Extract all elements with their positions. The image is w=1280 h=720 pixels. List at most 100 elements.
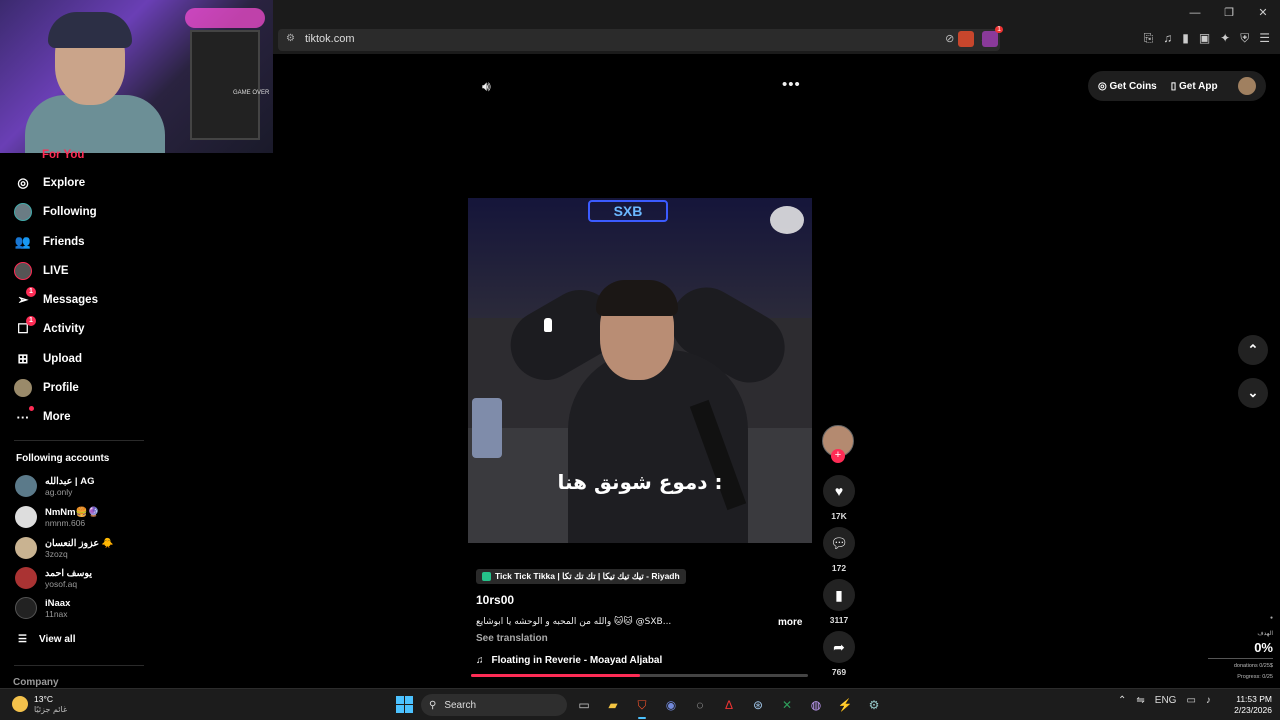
more-link[interactable]: more [778, 617, 802, 628]
song-title: Floating in Reverie - Moayad Aljabal [491, 655, 663, 666]
app-icon[interactable]: ◍ [806, 694, 826, 716]
affinity-icon[interactable]: Δ [719, 694, 739, 716]
activity-icon: ☐ 1 [14, 316, 36, 338]
get-app-button[interactable]: ▯ Get App [1171, 81, 1218, 92]
comment-button[interactable]: 💬︎ 172 [822, 527, 856, 573]
avatar [14, 379, 32, 397]
sidebar-item-profile[interactable]: Profile [14, 377, 79, 399]
close-button[interactable]: ✕ [1246, 4, 1280, 22]
account-item[interactable]: iNaax 11nax [15, 597, 70, 619]
like-button[interactable]: ♥ 17K [822, 475, 856, 521]
account-item[interactable]: عزوز النعسان 🐥 3zozq [15, 537, 114, 559]
settings-icon[interactable]: ⚙ [864, 694, 884, 716]
more-icon: ··· [14, 406, 34, 426]
next-video-button[interactable]: ⌄ [1238, 378, 1268, 408]
save-button[interactable]: ▮ 3117 [822, 579, 856, 625]
wallet-icon[interactable]: ▣ [1199, 31, 1210, 46]
get-coins-button[interactable]: ◎ Get Coins [1098, 81, 1157, 92]
volume-icon[interactable]: 🔊︎ [482, 78, 491, 95]
sidebar-toggle-icon[interactable]: ▮ [1182, 31, 1189, 46]
author-name[interactable]: 10rs00 [476, 593, 514, 607]
follow-button[interactable]: + [831, 449, 845, 463]
sidebar-item-activity[interactable]: ☐ 1 Activity [14, 316, 85, 340]
account-name: عزوز النعسان 🐥 [45, 537, 114, 549]
url-text[interactable]: tiktok.com [305, 33, 355, 45]
avatar[interactable] [1238, 77, 1256, 95]
account-handle: ag.only [45, 486, 73, 497]
volume-icon[interactable]: ♪ [1206, 695, 1211, 706]
search-icon: ⚲ [429, 699, 437, 711]
discord-icon[interactable]: ◉ [661, 694, 681, 716]
windows-start-icon[interactable] [396, 696, 413, 713]
taskbar-search[interactable]: ⚲ Search [421, 694, 567, 716]
media-icon[interactable]: ♫ [1163, 31, 1172, 46]
song-link[interactable]: ♫ Floating in Reverie - Moayad Aljabal [476, 655, 662, 666]
avatar [15, 475, 37, 497]
weather-description: غائم جزئيًا [34, 705, 68, 714]
streamer-cap [48, 12, 132, 48]
file-explorer-icon[interactable]: ▰ [603, 694, 623, 716]
steam-icon[interactable]: ⊛ [748, 694, 768, 716]
video-person [497, 260, 808, 543]
view-all-button[interactable]: ☰ View all [18, 634, 75, 645]
account-name: iNaax [45, 597, 71, 609]
maximize-button[interactable]: ❐ [1212, 4, 1246, 22]
neon-light [185, 8, 265, 28]
music-tag[interactable]: Tick Tick Tikka | تيك تيك تيكا | تك تك ت… [476, 569, 686, 584]
taskbar-clock[interactable]: 11:53 PM 2/23/2026 [1228, 694, 1272, 716]
music-tag-icon [482, 572, 491, 581]
chevron-up-icon: ⌃ [1247, 342, 1259, 357]
display-icon[interactable]: ▭ [1186, 695, 1195, 706]
video-progress-bar[interactable] [471, 674, 808, 677]
obs-icon[interactable]: ◌ [690, 694, 710, 716]
streamlabs-icon[interactable]: ⚡ [835, 694, 855, 716]
translate-icon[interactable]: ⊘ [945, 32, 954, 45]
sidebar-item-label: Upload [43, 353, 82, 365]
share-count: 769 [831, 667, 847, 677]
task-view-icon[interactable]: ▭ [574, 694, 594, 716]
view-all-label: View all [38, 634, 76, 645]
sidebar-item-for-you[interactable]: For You [42, 149, 84, 161]
messages-badge: 1 [26, 287, 36, 297]
company-link[interactable]: Company [13, 677, 59, 688]
language-indicator[interactable]: ENG [1155, 695, 1177, 706]
brave-rewards-icon[interactable]: 1 [982, 26, 1003, 47]
sidebar-item-upload[interactable]: ⊞ Upload [14, 348, 82, 370]
account-item[interactable]: يوسف احمد yosof.aq [15, 567, 92, 589]
sidebar-item-live[interactable]: LIVE [14, 260, 69, 282]
previous-video-button[interactable]: ⌃ [1238, 335, 1268, 365]
weather-widget[interactable]: 13°C غائم جزئيًا [12, 694, 67, 714]
sidebar-item-messages[interactable]: ➢ 1 Messages [14, 287, 98, 311]
vpn-icon[interactable]: ⛨ [1240, 31, 1249, 46]
brave-shields-icon[interactable] [958, 31, 974, 47]
sidebar-item-friends[interactable]: 👥 Friends [14, 231, 85, 253]
sidebar-item-explore[interactable]: ◎ Explore [14, 172, 85, 194]
see-translation-link[interactable]: See translation [476, 633, 548, 644]
divider [14, 665, 144, 666]
sidebar-item-more[interactable]: ··· More [14, 406, 70, 428]
brave-browser-icon[interactable]: ⛉ [632, 694, 652, 719]
avatar [14, 203, 32, 221]
following-accounts-title: Following accounts [16, 453, 110, 464]
menu-icon[interactable]: ☰ [1259, 31, 1270, 46]
account-item[interactable]: NmNm🍔🔮 nmnm.606 [15, 506, 99, 528]
network-icon[interactable]: ⇋ [1136, 695, 1144, 706]
site-info-icon[interactable]: ⚙ [286, 33, 295, 44]
minimize-button[interactable]: — [1178, 4, 1212, 22]
save-count: 3117 [829, 615, 849, 625]
taskbar: 13°C غائم جزئيًا ⚲ Search ▭ ▰ ⛉ ◉ ◌ Δ ⊛ … [0, 688, 1280, 720]
video-player[interactable]: SXB دموع شونق هنا : [468, 198, 812, 543]
chevron-up-icon[interactable]: ⌃ [1118, 695, 1126, 706]
account-item[interactable]: عبدالله | AG ag.only [15, 475, 94, 497]
sidebar-item-following[interactable]: Following [14, 201, 97, 223]
account-handle: nmnm.606 [45, 517, 86, 528]
share-arrow-icon: ➦ [823, 631, 855, 663]
more-options-icon[interactable]: ••• [782, 76, 801, 93]
share-button[interactable]: ➦ 769 [822, 631, 856, 677]
messages-icon: ➢ 1 [14, 287, 36, 309]
account-name: يوسف احمد [45, 567, 92, 579]
excel-icon[interactable]: ✕ [777, 694, 797, 716]
leo-ai-icon[interactable]: ✦ [1220, 31, 1230, 46]
screenshot-icon[interactable]: ⎘ [1144, 31, 1154, 46]
address-bar[interactable]: ⚙ tiktok.com ⊘ ▭ ⇗ [278, 29, 1000, 51]
